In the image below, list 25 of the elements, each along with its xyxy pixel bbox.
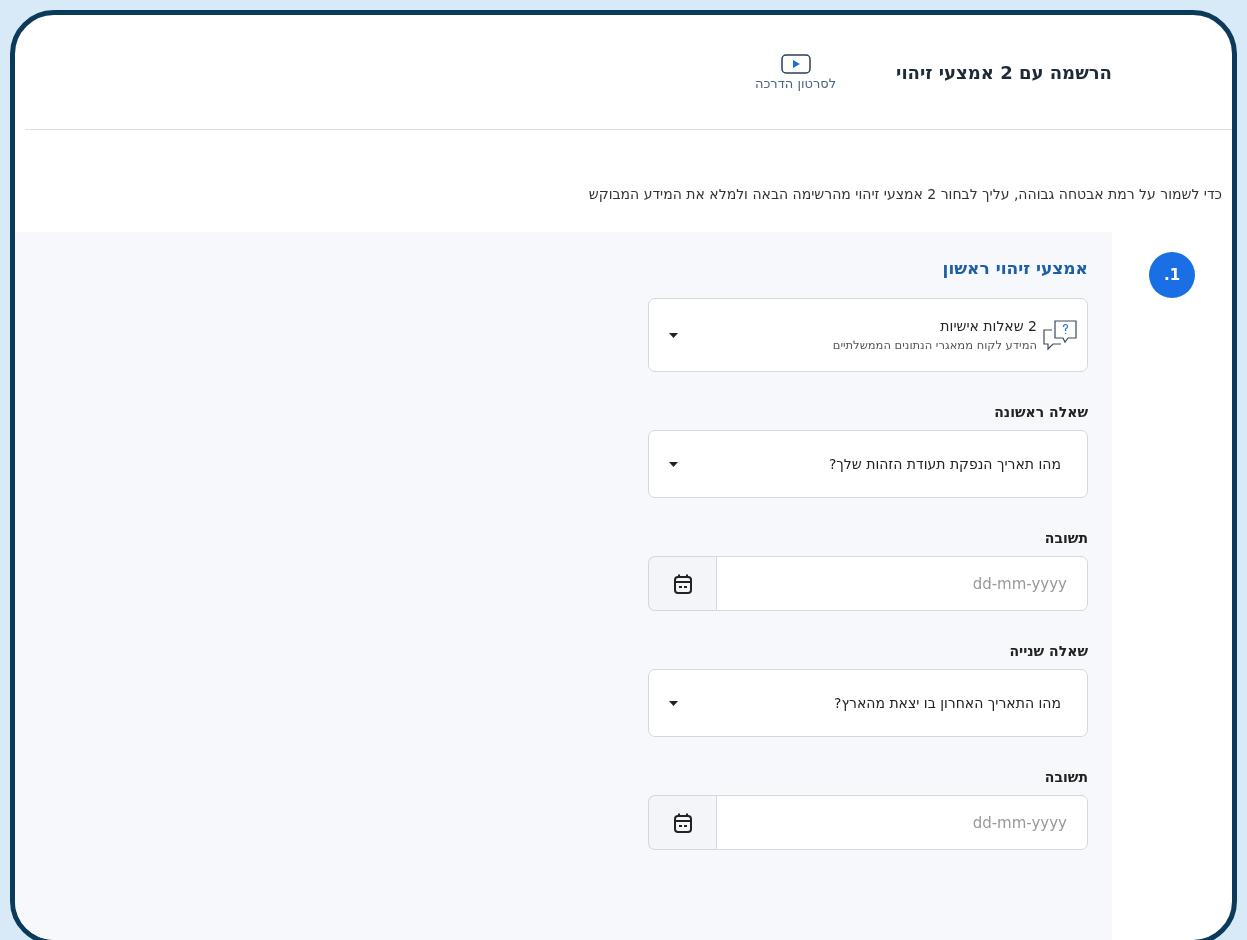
calendar-icon: [672, 572, 693, 595]
field-label: שאלה שנייה: [1008, 643, 1088, 659]
method-name: 2 שאלות אישיות: [939, 318, 1037, 334]
chat-question-icon: [1041, 318, 1079, 352]
section-title: אמצעי זיהוי ראשון: [941, 258, 1088, 278]
field-label: תשובה: [1043, 769, 1088, 785]
calendar-icon: [672, 811, 693, 834]
caret-icon: [669, 461, 678, 467]
method-dropdown[interactable]: 2 שאלות אישיות המידע לקוח ממאגרי הנתונים הממשלתיים: [648, 298, 1088, 372]
field-label: שאלה ראשונה: [993, 404, 1088, 420]
field-label: תשובה: [1043, 530, 1088, 546]
caret-icon: [669, 332, 678, 338]
page-title: הרשמה עם 2 אמצעי זיהוי: [896, 61, 1112, 83]
date-input-field[interactable]: dd-mm-yyyy: [716, 795, 1088, 850]
intro-text: כדי לשמור על רמת אבטחה גבוהה, עליך לבחור 2 אמצעי זיהוי מהרשימה הבאה ולמלא את המידע המבוקש: [587, 186, 1223, 204]
calendar-button[interactable]: [648, 795, 716, 850]
step-number-badge: 1.: [1149, 252, 1195, 298]
date-input-field[interactable]: dd-mm-yyyy: [716, 556, 1088, 611]
question-dropdown[interactable]: מהו התאריך האחרון בו יצאת מהארץ?: [648, 669, 1088, 737]
tutorial-video-link[interactable]: לסרטון הדרכה: [755, 53, 837, 91]
calendar-button[interactable]: [648, 556, 716, 611]
caret-icon: [669, 700, 678, 706]
play-video-icon: [780, 53, 811, 74]
method-description: המידע לקוח ממאגרי הנתונים הממשלתיים: [831, 338, 1037, 352]
question-dropdown[interactable]: מהו תאריך הנפקת תעודת הזהות שלך?: [648, 430, 1088, 498]
